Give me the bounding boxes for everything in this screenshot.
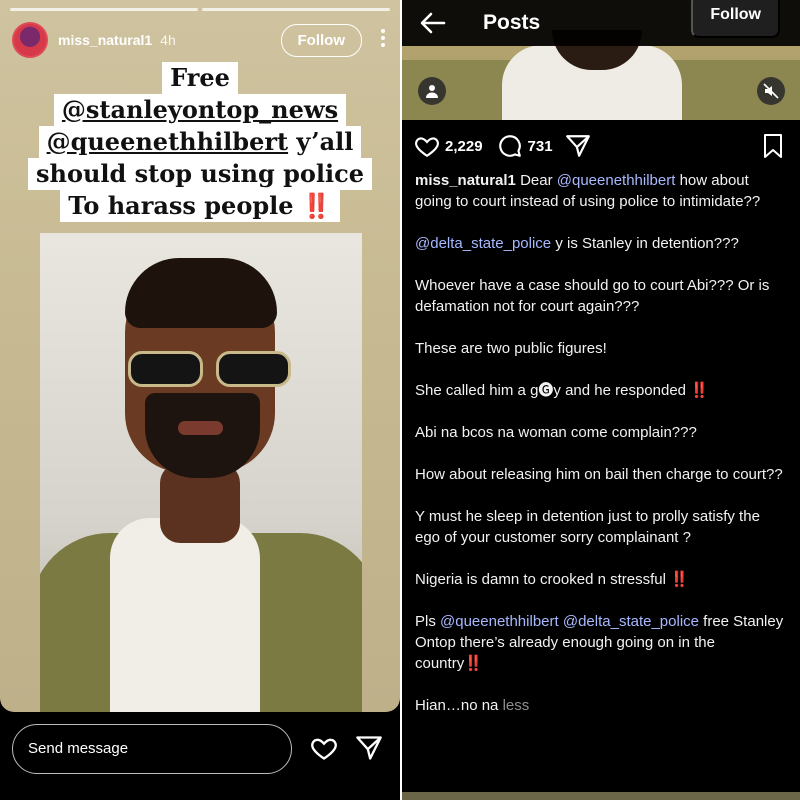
caption-text: She called him a g🅖y and he responded bbox=[415, 382, 691, 399]
caption-paragraph: miss_natural1 Dear @queenethhilbert how … bbox=[415, 170, 785, 212]
double-exclamation-icon: ‼️ bbox=[670, 571, 689, 588]
caption-text: Hian…no na bbox=[415, 697, 503, 714]
heart-icon[interactable] bbox=[310, 734, 340, 764]
caption-text: Pls bbox=[415, 613, 441, 630]
story-caption: Free @stanleyontop_news @queenethhilbert… bbox=[0, 62, 400, 222]
caption-paragraph: How about releasing him on bail then cha… bbox=[415, 466, 783, 483]
caption-paragraph: @delta_state_police y is Stanley in dete… bbox=[415, 233, 785, 254]
comment-button[interactable]: 731 bbox=[497, 133, 553, 159]
caption-text: Dear bbox=[520, 172, 557, 189]
heart-icon bbox=[415, 137, 439, 158]
caption-text: y’all bbox=[288, 127, 354, 156]
caption-paragraph: Nigeria is damn to crooked n stressful ‼… bbox=[415, 569, 785, 590]
bookmark-icon[interactable] bbox=[761, 133, 790, 159]
caption-line: @queenethhilbert y’all bbox=[38, 126, 362, 158]
story-username[interactable]: miss_natural1 bbox=[58, 32, 152, 48]
like-button[interactable]: 2,229 bbox=[414, 133, 483, 159]
caption-paragraph: These are two public figures! bbox=[415, 340, 607, 357]
share-icon bbox=[565, 135, 590, 157]
caption-line: @stanleyontop_news bbox=[53, 94, 347, 126]
caption-paragraph: Whoever have a case should go to court A… bbox=[415, 277, 770, 315]
post-header: Posts Follow bbox=[402, 0, 800, 46]
caption-mention[interactable]: @stanleyontop_news bbox=[62, 95, 338, 124]
story-footer: Send message bbox=[0, 712, 400, 800]
post-view: Posts Follow 2,229 731 miss_natural1 Dea… bbox=[400, 0, 800, 800]
post-caption: miss_natural1 Dear @queenethhilbert how … bbox=[415, 170, 785, 737]
back-arrow-icon[interactable] bbox=[418, 8, 448, 38]
avatar[interactable] bbox=[12, 22, 48, 58]
post-actions: 2,229 731 bbox=[414, 132, 790, 160]
caption-line: To harass people ‼️ bbox=[60, 190, 340, 222]
mention-link[interactable]: @queenethhilbert bbox=[440, 613, 559, 630]
comment-count: 731 bbox=[527, 137, 553, 155]
send-icon[interactable] bbox=[355, 734, 385, 764]
double-exclamation-icon: ‼️ bbox=[301, 191, 332, 220]
caption-text: Nigeria is damn to crooked n stressful bbox=[415, 571, 671, 588]
next-post-image bbox=[402, 792, 800, 800]
story-header: miss_natural1 4h Follow bbox=[12, 18, 388, 62]
mute-icon[interactable] bbox=[757, 77, 785, 105]
double-exclamation-icon: ‼️ bbox=[464, 655, 483, 672]
comment-icon bbox=[498, 135, 521, 157]
caption-mention[interactable]: @queenethhilbert bbox=[47, 127, 289, 156]
share-button[interactable] bbox=[565, 133, 596, 159]
caption-paragraph: Pls @queenethhilbert @delta_state_police… bbox=[415, 611, 785, 674]
send-message-input[interactable]: Send message bbox=[12, 724, 292, 774]
caption-paragraph: Hian…no na less bbox=[415, 695, 785, 716]
more-vertical-icon[interactable] bbox=[378, 28, 388, 52]
caption-text: To harass people bbox=[68, 191, 294, 220]
mention-link[interactable]: @queenethhilbert bbox=[557, 172, 676, 189]
caption-paragraph: She called him a g🅖y and he responded ‼️ bbox=[415, 380, 785, 401]
story-time: 4h bbox=[160, 32, 176, 48]
follow-button[interactable]: Follow bbox=[280, 23, 362, 57]
caption-line: should stop using police bbox=[28, 158, 372, 190]
story-progress-bar bbox=[10, 8, 390, 11]
mention-link[interactable]: @delta_state_police bbox=[563, 613, 699, 630]
caption-paragraph: Y must he sleep in detention just to pro… bbox=[415, 508, 760, 546]
show-less-link[interactable]: less bbox=[503, 697, 530, 714]
mention-link[interactable]: @delta_state_police bbox=[415, 235, 551, 252]
caption-text: y is Stanley in detention??? bbox=[551, 235, 739, 252]
double-exclamation-icon: ‼️ bbox=[690, 382, 709, 399]
follow-button[interactable]: Follow bbox=[691, 0, 780, 38]
post-author[interactable]: miss_natural1 bbox=[415, 172, 516, 189]
like-count: 2,229 bbox=[445, 137, 483, 155]
story-viewer: miss_natural1 4h Follow Free @stanleyont… bbox=[0, 0, 400, 800]
caption-line: Free bbox=[162, 62, 238, 94]
story-image[interactable]: miss_natural1 4h Follow Free @stanleyont… bbox=[0, 0, 400, 712]
story-photo bbox=[40, 233, 362, 712]
caption-paragraph: Abi na bcos na woman come complain??? bbox=[415, 424, 697, 441]
page-title: Posts bbox=[483, 11, 541, 34]
user-tag-icon[interactable] bbox=[418, 77, 446, 105]
